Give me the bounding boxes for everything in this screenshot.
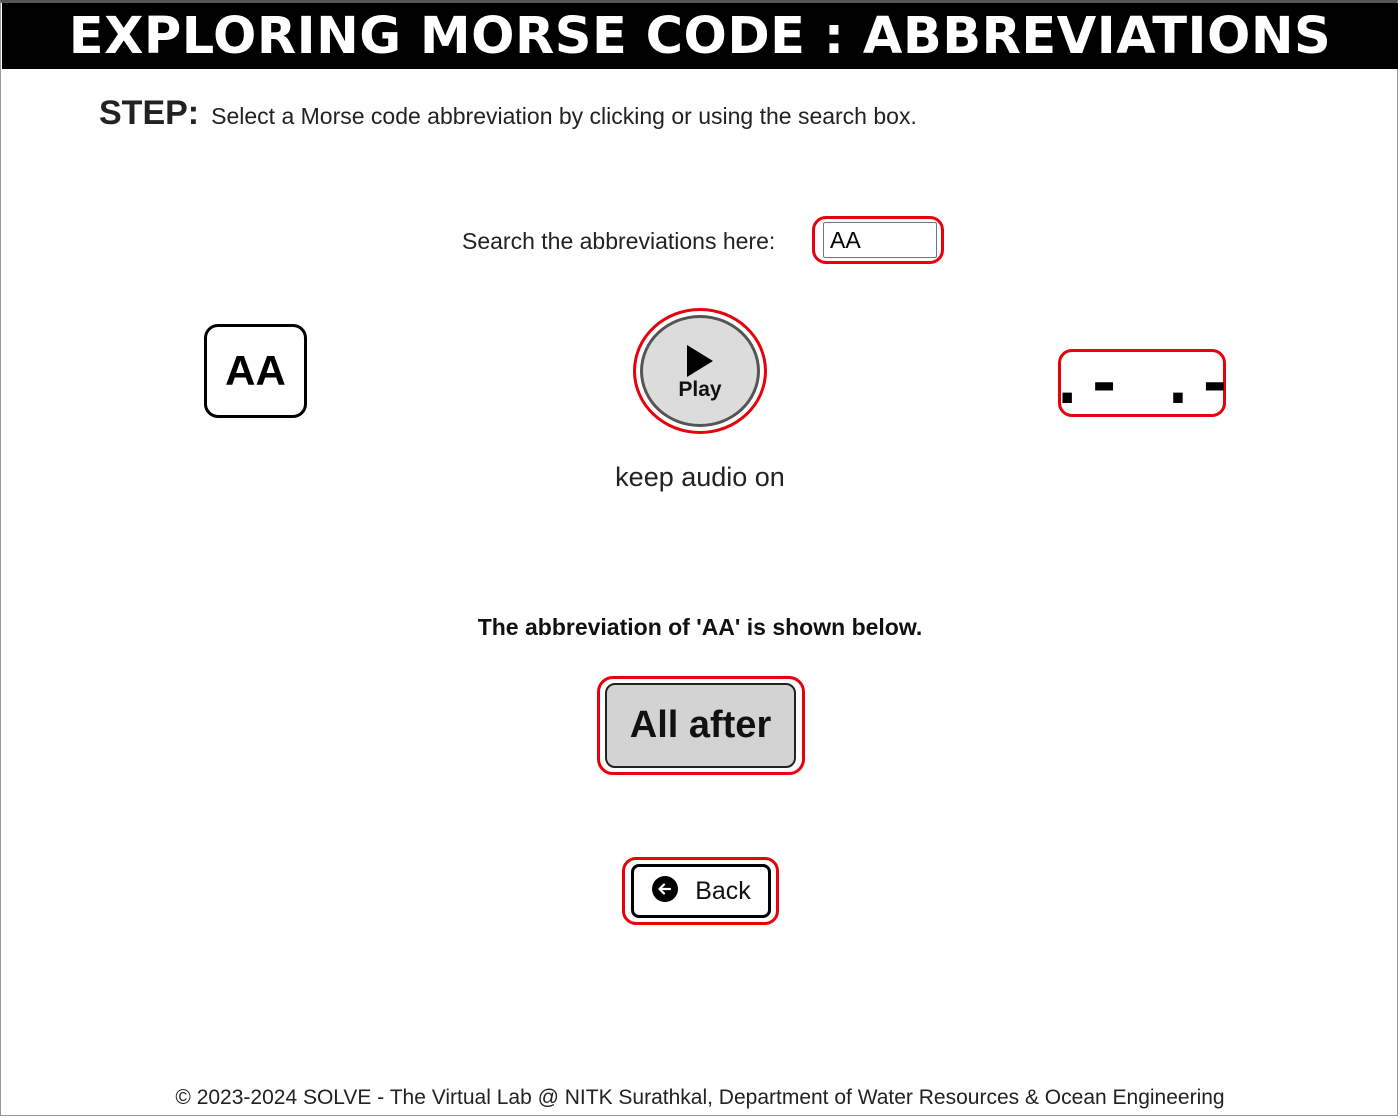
play-button[interactable]: Play	[640, 315, 760, 427]
audio-status-text: keep audio on	[615, 462, 785, 492]
play-icon	[687, 345, 713, 377]
play-label: Play	[678, 378, 722, 401]
result-caption: The abbreviation of 'AA' is shown below.	[477, 614, 923, 640]
step-label: STEP:	[99, 94, 200, 132]
abbreviation-meaning: All after	[605, 683, 796, 768]
abbreviation-display: AA	[204, 324, 307, 418]
step-text: Select a Morse code abbreviation by clic…	[211, 103, 917, 129]
step-instruction: STEP: Select a Morse code abbreviation b…	[99, 94, 917, 133]
search-input[interactable]	[823, 222, 937, 258]
page-frame	[0, 0, 1398, 1116]
back-label: Back	[695, 876, 751, 905]
back-button[interactable]: Back	[631, 864, 771, 918]
morse-code-display: .- .-	[1049, 349, 1235, 417]
footer-copyright: © 2023-2024 SOLVE - The Virtual Lab @ NI…	[175, 1086, 1225, 1109]
search-label: Search the abbreviations here:	[462, 228, 776, 254]
page-title: EXPLORING MORSE CODE : ABBREVIATIONS	[2, 3, 1398, 69]
arrow-left-circle-icon	[652, 876, 679, 902]
